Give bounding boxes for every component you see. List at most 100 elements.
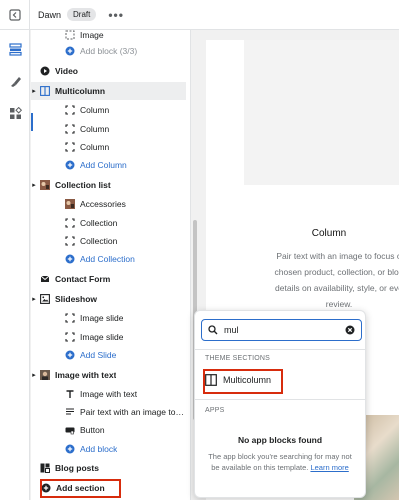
exit-icon	[8, 8, 21, 21]
sidebar-row-label: Collection	[80, 236, 118, 246]
block-icon	[64, 236, 75, 247]
sidebar-row-label: Add Slide	[80, 350, 117, 360]
image-block-icon	[64, 30, 75, 41]
column-text: Pair text with an image to focus o chose…	[264, 248, 399, 312]
block-icon	[64, 142, 75, 153]
expand-caret-icon[interactable]: ▸	[31, 87, 39, 95]
apps-icon	[9, 106, 22, 119]
more-actions-button[interactable]: •••	[108, 8, 124, 22]
form-icon	[39, 274, 50, 285]
sidebar-row-label: Pair text with an image to f...	[80, 407, 186, 417]
icon-rail	[0, 30, 30, 500]
column-text-line: chosen product, collection, or blog	[274, 267, 399, 277]
sidebar-row-pair-text-with-an-image-to-f[interactable]: Pair text with an image to f...	[31, 403, 186, 421]
sidebar-row-button[interactable]: Button	[31, 421, 186, 439]
sidebar-row-collection[interactable]: Collection	[31, 232, 186, 250]
theme-sections-heading: THEME SECTIONS	[205, 355, 271, 362]
sidebar-row-label: Column	[80, 105, 110, 115]
columns-icon	[39, 86, 50, 97]
learn-more-link[interactable]: Learn more	[310, 463, 348, 472]
text-icon	[64, 389, 75, 400]
block-icon	[64, 313, 75, 324]
sidebar-row-label: Column	[80, 124, 110, 134]
sections-sidebar: Image Add block (3/3) Video ▸ Multicolumn Col…	[31, 30, 191, 500]
expand-caret-icon[interactable]: ▸	[31, 371, 39, 379]
sidebar-row-add-column[interactable]: Add Column	[31, 156, 186, 174]
apps-heading: APPS	[205, 407, 225, 414]
sidebar-row-image-with-text[interactable]: Image with text	[31, 385, 186, 403]
add-section-highlight	[40, 479, 121, 498]
expand-caret-icon[interactable]: ▸	[31, 295, 39, 303]
sidebar-row-label: Add block (3/3)	[80, 46, 138, 56]
sidebar-row-label: Add block	[80, 444, 118, 454]
add-circle-icon	[64, 160, 75, 171]
sidebar-row-label: Multicolumn	[55, 86, 106, 96]
sidebar-row-label: Slideshow	[55, 294, 98, 304]
sidebar-row-contact-form[interactable]: Contact Form	[31, 270, 186, 288]
image-thumb-icon	[39, 370, 50, 381]
sections-tab[interactable]	[0, 36, 30, 62]
sidebar-row-image-with-text[interactable]: ▸ Image with text	[31, 366, 186, 384]
result-highlight	[203, 369, 283, 394]
add-section-popup: mul THEME SECTIONS Multicolumn APPS No a…	[194, 310, 366, 498]
sidebar-row-label: Collection list	[55, 180, 111, 190]
sidebar-row-label: Add Collection	[80, 254, 135, 264]
add-circle-icon	[64, 254, 75, 265]
sections-icon	[8, 42, 22, 56]
sidebar-row-video[interactable]: Video	[31, 62, 186, 80]
apps-tab[interactable]	[0, 100, 30, 126]
theme-name: Dawn	[38, 9, 62, 20]
block-icon	[64, 218, 75, 229]
search-icon	[208, 325, 218, 335]
clear-search-icon[interactable]	[345, 325, 355, 335]
sidebar-row-image-slide[interactable]: Image slide	[31, 328, 186, 346]
sidebar-row-add-slide[interactable]: Add Slide	[31, 346, 186, 364]
sidebar-row-column[interactable]: Column	[31, 138, 186, 156]
empty-state-text: The app block you're searching for may n…	[207, 451, 353, 473]
sidebar-row-label: Add Column	[80, 160, 127, 170]
sidebar-row-label: Accessories	[80, 199, 126, 209]
collection-thumb-icon	[64, 199, 75, 210]
paragraph-icon	[64, 407, 75, 418]
sidebar-row-label: Image	[80, 30, 104, 40]
block-icon	[64, 124, 75, 135]
empty-state-title: No app blocks found	[237, 435, 323, 445]
sidebar-row-label: Column	[80, 142, 110, 152]
theme-settings-tab[interactable]	[0, 68, 30, 94]
sidebar-row-label: Collection	[80, 218, 118, 228]
sidebar-row-collection-list[interactable]: ▸ Collection list	[31, 176, 186, 194]
block-icon	[64, 332, 75, 343]
column-text-line: Pair text with an image to focus o	[276, 251, 399, 261]
sidebar-row-label: Contact Form	[55, 274, 111, 284]
sidebar-row-column[interactable]: Column	[31, 120, 186, 138]
block-icon	[64, 105, 75, 116]
sidebar-row-slideshow[interactable]: ▸ Slideshow	[31, 290, 186, 308]
top-bar: Dawn Draft •••	[0, 0, 399, 30]
add-circle-icon	[64, 46, 75, 57]
status-badge: Draft	[67, 8, 97, 21]
sidebar-row-add-collection[interactable]: Add Collection	[31, 250, 186, 268]
sidebar-row-image-slide[interactable]: Image slide	[31, 309, 186, 327]
sidebar-row-blog-posts[interactable]: Blog posts	[31, 459, 186, 477]
sidebar-row-label: Video	[55, 66, 78, 76]
sidebar-row-label: Image slide	[80, 332, 124, 342]
sidebar-row-label: Blog posts	[55, 463, 99, 473]
sidebar-row-add-block-3-3[interactable]: Add block (3/3)	[31, 42, 186, 60]
sidebar-row-column[interactable]: Column	[31, 101, 186, 119]
add-circle-icon	[64, 350, 75, 361]
blog-icon	[39, 463, 50, 474]
sidebar-row-label: Image with text	[80, 389, 138, 399]
sidebar-row-collection[interactable]: Collection	[31, 214, 186, 232]
popup-divider	[195, 399, 365, 400]
sidebar-row-accessories[interactable]: Accessories	[31, 195, 186, 213]
sidebar-row-multicolumn[interactable]: ▸ Multicolumn	[31, 82, 186, 100]
expand-caret-icon[interactable]: ▸	[31, 181, 39, 189]
brush-icon	[10, 76, 21, 87]
popup-divider	[195, 349, 365, 350]
add-circle-icon	[64, 444, 75, 455]
sidebar-row-add-block[interactable]: Add block	[31, 440, 186, 458]
column-title: Column	[311, 228, 347, 239]
section-search-input[interactable]: mul	[201, 319, 362, 341]
exit-button[interactable]	[0, 0, 30, 30]
sidebar-row-label: Image with text	[55, 370, 117, 380]
